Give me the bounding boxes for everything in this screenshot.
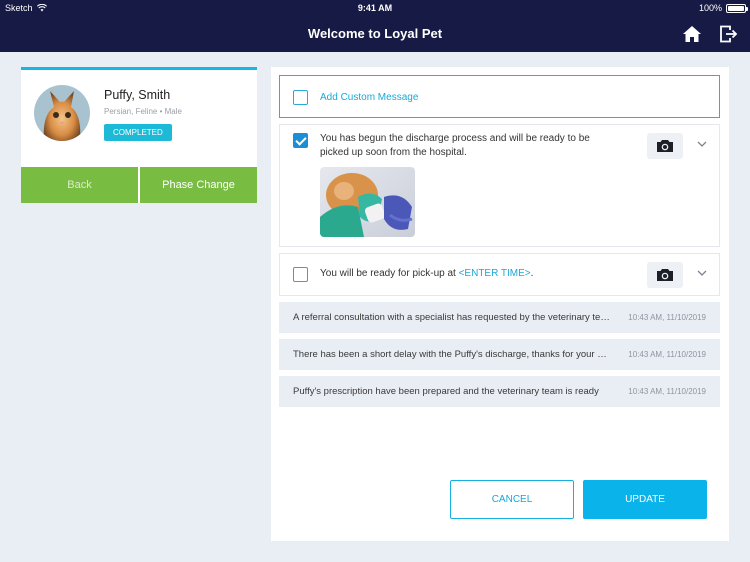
pickup-message-item: You will be ready for pick-up at <ENTER …	[279, 253, 720, 296]
add-custom-message-label: Add Custom Message	[320, 92, 419, 103]
enter-time-placeholder[interactable]: <ENTER TIME>	[459, 268, 531, 279]
pickup-text-after: .	[530, 268, 534, 279]
update-button[interactable]: UPDATE	[583, 480, 707, 519]
attached-photo[interactable]	[320, 167, 415, 237]
battery-icon	[726, 3, 748, 13]
battery-group: 100%	[698, 3, 748, 13]
camera-icon	[657, 269, 673, 281]
phase-change-button[interactable]: Phase Change	[140, 167, 257, 203]
history-message-time: 10:43 AM, 11/10/2019	[628, 387, 706, 396]
pet-avatar	[34, 85, 90, 141]
pickup-message-text: You will be ready for pick-up at <ENTER …	[320, 267, 533, 281]
cancel-button[interactable]: CANCEL	[450, 480, 574, 519]
custom-message-checkbox[interactable]	[293, 90, 308, 105]
message-panel: Add Custom Message You has begun the dis…	[271, 67, 729, 541]
logout-icon[interactable]	[718, 24, 738, 44]
camera-button[interactable]	[647, 262, 683, 288]
pet-breed-info: Persian, Feline • Male	[104, 107, 182, 116]
status-badge: COMPLETED	[104, 124, 172, 141]
camera-button[interactable]	[647, 133, 683, 159]
back-button[interactable]: Back	[21, 167, 138, 203]
battery-percent: 100%	[698, 3, 722, 13]
chevron-down-icon[interactable]	[697, 268, 707, 278]
status-bar: Sketch 9:41 AM 100%	[0, 0, 750, 16]
history-message-time: 10:43 AM, 11/10/2019	[628, 313, 706, 322]
message-history-item[interactable]: A referral consultation with a specialis…	[279, 302, 720, 333]
history-message-text: A referral consultation with a specialis…	[293, 312, 611, 323]
discharge-message-item: You has begun the discharge process and …	[279, 124, 720, 247]
history-message-text: There has been a short delay with the Pu…	[293, 349, 611, 360]
home-icon[interactable]	[682, 24, 702, 44]
patient-card: Puffy, Smith Persian, Feline • Male COMP…	[21, 67, 257, 203]
message-history-item[interactable]: There has been a short delay with the Pu…	[279, 339, 720, 370]
header-bar: Welcome to Loyal Pet	[0, 16, 750, 52]
message-history-item[interactable]: Puffy's prescription have been prepared …	[279, 376, 720, 407]
pet-name: Puffy, Smith	[104, 88, 171, 102]
pickup-text-before: You will be ready for pick-up at	[320, 268, 459, 279]
page-title: Welcome to Loyal Pet	[307, 26, 443, 41]
discharge-message-text: You has begun the discharge process and …	[320, 133, 590, 158]
clock: 9:41 AM	[357, 3, 393, 13]
camera-icon	[657, 140, 673, 152]
history-message-time: 10:43 AM, 11/10/2019	[628, 350, 706, 359]
chevron-down-icon[interactable]	[697, 139, 707, 149]
history-message-text: Puffy's prescription have been prepared …	[293, 386, 599, 397]
pickup-message-checkbox[interactable]	[293, 267, 308, 282]
discharge-message-checkbox[interactable]	[293, 133, 308, 148]
add-custom-message-row[interactable]: Add Custom Message	[279, 75, 720, 118]
